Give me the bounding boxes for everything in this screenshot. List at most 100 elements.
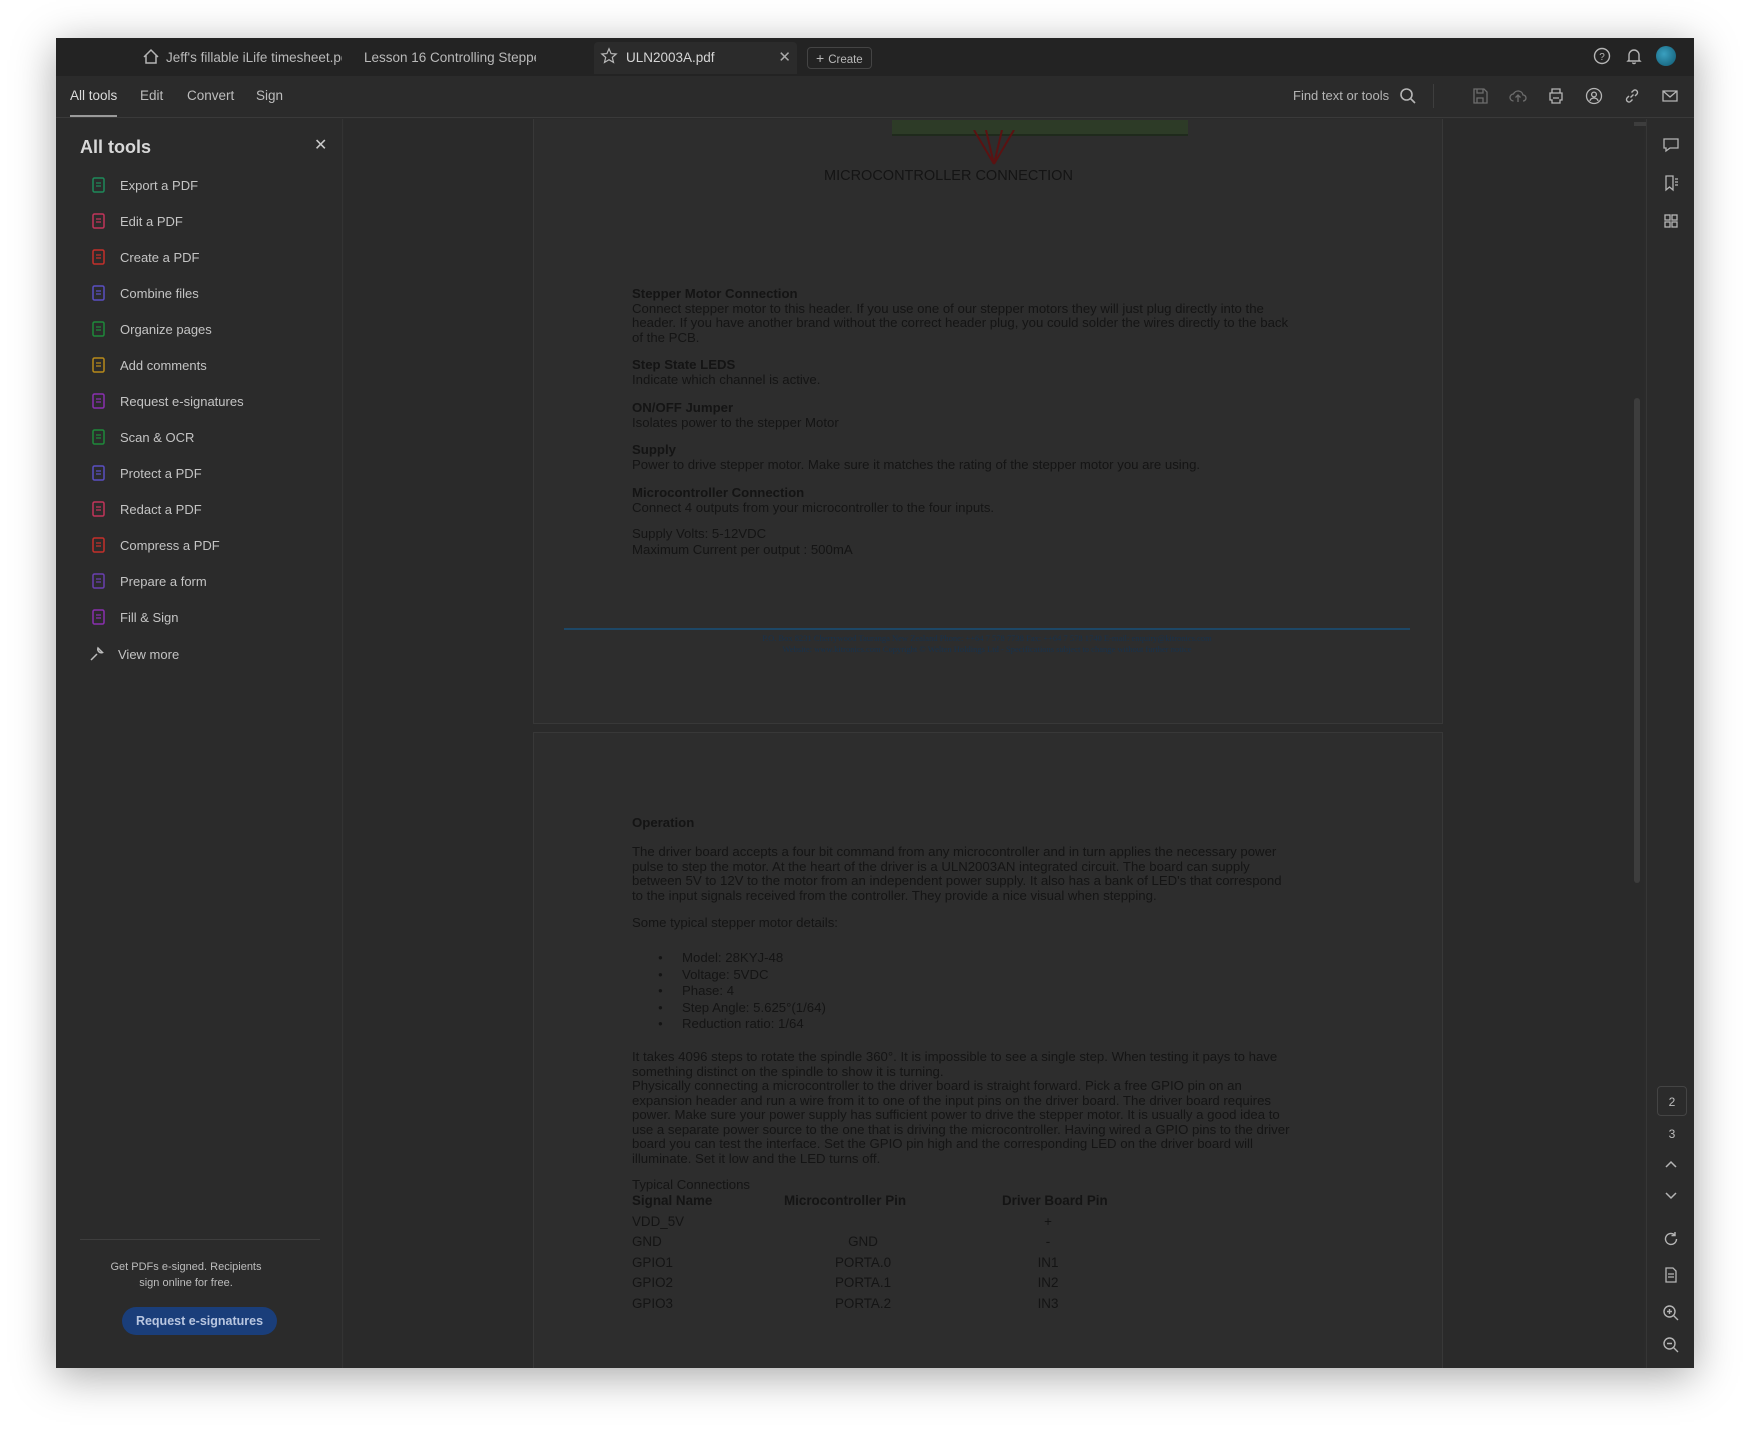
- tool-item[interactable]: Add comments: [90, 354, 207, 376]
- avatar[interactable]: [1656, 46, 1676, 66]
- tool-item[interactable]: Combine files: [90, 282, 199, 304]
- bullet-dot: ●: [658, 969, 663, 979]
- tool-item[interactable]: Create a PDF: [90, 246, 199, 268]
- tab-timesheet[interactable]: Jeff's fillable iLife timesheet.pdf: [152, 42, 342, 74]
- page-number-next[interactable]: 3: [1657, 1119, 1687, 1149]
- tool-item[interactable]: Redact a PDF: [90, 498, 202, 520]
- help-icon[interactable]: ?: [1592, 46, 1612, 66]
- tool-label: Protect a PDF: [120, 465, 202, 481]
- create-tab-button[interactable]: + Create: [807, 47, 872, 69]
- search-icon[interactable]: [1398, 86, 1418, 106]
- table-cell: +: [1044, 1213, 1052, 1229]
- tool-label: Prepare a form: [120, 573, 207, 589]
- tool-label: Scan & OCR: [120, 429, 195, 445]
- tool-item[interactable]: Fill & Sign: [90, 606, 179, 628]
- tool-item[interactable]: Protect a PDF: [90, 462, 202, 484]
- thumbnails-icon[interactable]: [1661, 211, 1681, 231]
- share-user-icon[interactable]: [1584, 86, 1604, 106]
- zoom-in-icon[interactable]: [1661, 1303, 1681, 1323]
- tab-uln2003a[interactable]: ULN2003A.pdf ✕: [594, 42, 797, 74]
- bookmark-icon[interactable]: [1661, 173, 1681, 193]
- footer-copyright: Website: www.kitronics.com Copyright © W…: [782, 644, 1192, 654]
- tool-item[interactable]: Scan & OCR: [90, 426, 194, 448]
- document-viewer[interactable]: MICROCONTROLLER CONNECTION Stepper Motor…: [344, 119, 1644, 1368]
- tab-label: ULN2003A.pdf: [626, 50, 715, 65]
- cloud-upload-icon[interactable]: [1508, 86, 1528, 106]
- menu-edit[interactable]: Edit: [140, 88, 163, 103]
- menu-all-tools[interactable]: All tools: [70, 88, 117, 103]
- section-body-line: Power to drive stepper motor. Make sure …: [632, 456, 1201, 472]
- refresh-icon[interactable]: [1661, 1229, 1681, 1249]
- tool-label: Add comments: [120, 357, 207, 373]
- find-text-input[interactable]: Find text or tools: [1293, 88, 1389, 103]
- table-header-row: Signal Name Microcontroller Pin Driver B…: [632, 1193, 1142, 1214]
- divider: [1433, 84, 1434, 108]
- wire-image: [973, 130, 1015, 165]
- table-cell: GND: [632, 1234, 662, 1249]
- max-current: Maximum Current per output : 500mA: [632, 542, 853, 557]
- table-cell: IN3: [1037, 1295, 1059, 1311]
- bullet-dot: ●: [658, 953, 663, 962]
- tool-item[interactable]: Export a PDF: [90, 174, 198, 196]
- tool-item[interactable]: View more: [88, 643, 179, 665]
- operation-heading: Operation: [632, 815, 695, 830]
- menu-convert[interactable]: Convert: [187, 88, 234, 103]
- right-rail: 2 3: [1646, 119, 1694, 1368]
- tool-label: Create a PDF: [120, 249, 200, 265]
- email-icon[interactable]: [1660, 86, 1680, 106]
- redact-pdf-icon: [90, 500, 108, 518]
- plus-icon: +: [816, 50, 825, 66]
- table-cell: [784, 1214, 1002, 1235]
- column-header: Driver Board Pin: [1002, 1193, 1108, 1208]
- menu-bar: All tools Edit Convert Sign Find text or…: [56, 76, 1694, 118]
- tool-item[interactable]: Edit a PDF: [90, 210, 183, 232]
- supply-volts: Supply Volts: 5-12VDC: [632, 526, 767, 541]
- tool-item[interactable]: Organize pages: [90, 318, 212, 340]
- chevron-down-icon[interactable]: [1661, 1185, 1681, 1205]
- tool-label: Fill & Sign: [120, 609, 179, 625]
- table-cell: IN2: [1037, 1275, 1059, 1290]
- link-icon[interactable]: [1622, 86, 1642, 106]
- bullet-item: Model: 28KYJ-48: [682, 950, 784, 965]
- pcb-image: [892, 120, 1188, 136]
- compress-pdf-icon: [90, 536, 108, 554]
- figure-caption: MICROCONTROLLER CONNECTION: [824, 168, 1073, 184]
- create-label: Create: [828, 54, 863, 66]
- page-number-current[interactable]: 2: [1657, 1086, 1687, 1116]
- tool-item[interactable]: Prepare a form: [90, 570, 207, 592]
- zoom-out-icon[interactable]: [1661, 1335, 1681, 1355]
- table-cell: GND: [848, 1234, 878, 1249]
- comment-icon[interactable]: [1661, 135, 1681, 155]
- operation-paragraph-line: to the input signals received from the c…: [632, 887, 1157, 903]
- tab-lesson16[interactable]: Lesson 16 Controlling Stepper...: [350, 42, 536, 74]
- tool-label: Compress a PDF: [120, 537, 220, 553]
- save-icon[interactable]: [1470, 86, 1490, 106]
- panel-title: All tools: [80, 137, 151, 157]
- bell-icon[interactable]: [1624, 46, 1644, 66]
- protect-pdf-icon: [90, 464, 108, 482]
- table-row: GPIO3 PORTA.2 IN3: [632, 1296, 1142, 1317]
- print-icon[interactable]: [1546, 86, 1566, 106]
- chevron-up-icon[interactable]: [1661, 1155, 1681, 1175]
- menu-sign[interactable]: Sign: [256, 88, 283, 103]
- tool-label: Export a PDF: [120, 177, 199, 193]
- divider: [80, 1239, 320, 1240]
- vertical-scrollbar[interactable]: [1634, 398, 1640, 883]
- combine-files-icon: [90, 284, 108, 302]
- close-icon[interactable]: ✕: [314, 135, 327, 155]
- column-header: Signal Name: [632, 1193, 713, 1208]
- tool-item[interactable]: Request e-signatures: [90, 390, 244, 412]
- connections-table: Signal Name Microcontroller Pin Driver B…: [632, 1193, 1142, 1316]
- request-esign-icon: [90, 392, 108, 410]
- tool-item[interactable]: Compress a PDF: [90, 534, 220, 556]
- table-cell: PORTA.0: [834, 1254, 892, 1270]
- organize-pages-icon: [90, 320, 108, 338]
- page-settings-icon[interactable]: [1661, 1265, 1681, 1285]
- bullet-item: Reduction ratio: 1/64: [682, 1016, 804, 1031]
- section-body-line: Indicate which channel is active.: [632, 371, 821, 387]
- star-icon[interactable]: [600, 47, 618, 65]
- tab-close-icon[interactable]: ✕: [778, 42, 791, 74]
- add-comments-icon: [90, 356, 108, 374]
- column-header: Microcontroller Pin: [784, 1193, 907, 1208]
- request-esign-button[interactable]: Request e-signatures: [122, 1307, 277, 1335]
